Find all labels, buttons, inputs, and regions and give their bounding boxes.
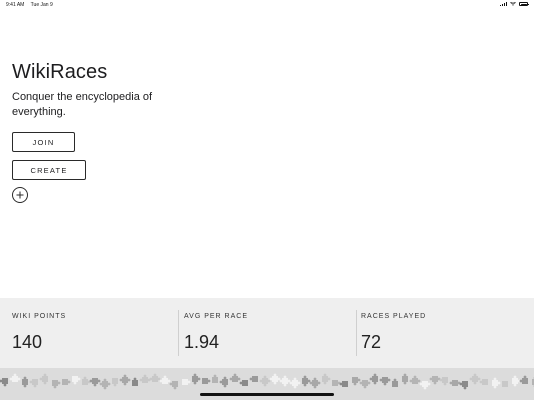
puzzle-piece (62, 379, 71, 385)
puzzle-piece (492, 377, 501, 389)
puzzle-piece (409, 375, 421, 384)
status-date: Tue Jan 9 (30, 2, 53, 8)
battery-icon (519, 2, 529, 6)
stat-wiki-points: WIKI POINTS 140 (0, 298, 178, 368)
puzzle-piece (392, 378, 398, 387)
puzzle-piece (159, 375, 171, 384)
puzzle-piece (119, 374, 131, 386)
puzzle-piece (9, 373, 21, 382)
join-button[interactable]: JOIN (12, 132, 75, 152)
puzzle-piece (332, 380, 341, 386)
puzzle-piece (429, 376, 441, 385)
puzzle-piece (82, 376, 91, 385)
stat-label: RACES PLAYED (361, 313, 427, 320)
puzzle-piece (202, 378, 211, 384)
cellular-signal-icon (500, 2, 507, 6)
puzzle-piece (279, 375, 291, 387)
puzzle-piece (89, 378, 101, 387)
puzzle-piece (169, 381, 178, 390)
status-right (500, 2, 529, 6)
stat-avg-per-race: AVG PER RACE 1.94 (178, 298, 356, 368)
puzzle-piece (322, 373, 331, 385)
stat-value: 1.94 (184, 332, 220, 352)
puzzle-piece (289, 377, 301, 389)
puzzle-piece (352, 377, 361, 386)
puzzle-piece (479, 379, 488, 385)
puzzle-piece (419, 381, 431, 390)
puzzle-piece (402, 373, 408, 385)
puzzle-piece (259, 375, 271, 387)
puzzle-piece (212, 374, 218, 383)
puzzle-piece (112, 378, 118, 387)
puzzle-piece (302, 375, 311, 387)
wifi-icon (510, 2, 516, 6)
puzzle-piece (182, 379, 191, 385)
puzzle-piece (22, 376, 28, 388)
puzzle-piece (502, 381, 508, 387)
puzzle-piece (379, 377, 391, 386)
puzzle-piece (469, 373, 481, 385)
puzzle-piece (132, 377, 138, 386)
puzzle-piece (269, 373, 281, 385)
app-tagline: Conquer the encyclopedia of everything. (12, 91, 153, 118)
plus-circle-icon[interactable] (12, 187, 28, 203)
stat-label: AVG PER RACE (184, 313, 248, 320)
home-indicator (200, 393, 334, 396)
stat-label: WIKI POINTS (12, 313, 67, 320)
puzzle-piece (359, 380, 371, 389)
puzzle-piece (139, 374, 151, 383)
status-time: 9:41 AM (6, 2, 25, 8)
puzzle-piece (239, 380, 248, 386)
puzzle-piece (339, 381, 348, 387)
stat-races-played: RACES PLAYED 72 (356, 298, 534, 368)
puzzle-piece (449, 380, 461, 386)
puzzle-piece (0, 378, 8, 387)
status-left: 9:41 AM Tue Jan 9 (6, 2, 58, 8)
app-screen: 9:41 AM Tue Jan 9 WikiRaces Conquer the … (0, 0, 534, 400)
puzzle-piece (72, 376, 81, 385)
puzzle-piece (369, 373, 378, 385)
puzzle-piece (219, 376, 228, 388)
puzzle-piece (512, 375, 521, 387)
puzzle-piece (459, 381, 468, 390)
create-button[interactable]: CREATE (12, 160, 86, 180)
puzzle-piece (249, 376, 258, 382)
puzzle-piece (519, 375, 528, 384)
puzzle-piece (39, 373, 48, 385)
stat-value: 140 (12, 332, 43, 352)
status-bar: 9:41 AM Tue Jan 9 (0, 0, 534, 10)
puzzle-piece (149, 373, 161, 382)
puzzle-piece (99, 378, 111, 390)
puzzle-piece (439, 377, 448, 386)
puzzle-piece (229, 373, 241, 382)
stats-panel: WIKI POINTS 140 AVG PER RACE 1.94 RACES … (0, 298, 534, 368)
stat-value: 72 (361, 332, 382, 352)
puzzle-piece (52, 380, 61, 389)
puzzle-piece (192, 373, 201, 385)
app-title: WikiRaces (12, 61, 108, 83)
puzzle-piece (29, 379, 38, 388)
puzzle-piece (309, 377, 321, 389)
